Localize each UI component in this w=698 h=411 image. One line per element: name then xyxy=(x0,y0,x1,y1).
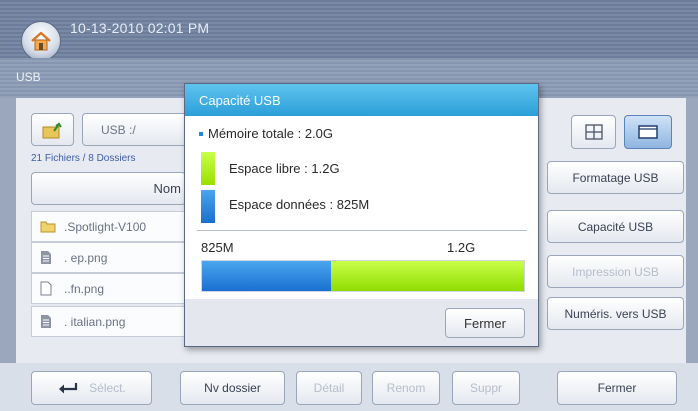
used-bar-label: 825M xyxy=(201,240,234,255)
select-button[interactable]: Sélect. xyxy=(31,371,152,405)
free-bar-label: 1.2G xyxy=(447,240,476,255)
list-item[interactable]: ..fn.png xyxy=(31,273,186,304)
folder-icon xyxy=(32,220,58,233)
file-name: . ep.png xyxy=(64,250,108,265)
rename-button[interactable]: Renom xyxy=(372,371,440,405)
usb-capacity-button[interactable]: Capacité USB xyxy=(547,210,684,243)
file-name: .Spotlight-V100 xyxy=(64,219,147,234)
detail-button[interactable]: Détail xyxy=(296,371,362,405)
free-space-label: Espace libre : 1.2G xyxy=(229,161,340,176)
data-space-label: Espace données : 825M xyxy=(229,197,370,212)
document-icon xyxy=(32,314,58,329)
thumbnail-view-button[interactable] xyxy=(571,115,616,149)
enter-arrow-icon xyxy=(59,383,78,394)
page-title: USB xyxy=(16,70,41,84)
capacity-bar xyxy=(201,260,525,292)
list-item[interactable]: . italian.png xyxy=(31,306,186,337)
print-usb-button[interactable]: Impression USB xyxy=(547,255,684,288)
total-memory: Mémoire totale : 2.0G xyxy=(199,126,333,141)
free-segment xyxy=(330,261,524,291)
name-column-header[interactable]: Nom xyxy=(31,172,186,205)
close-button[interactable]: Fermer xyxy=(557,371,677,405)
scan-to-usb-button[interactable]: Numéris. vers USB xyxy=(547,297,684,330)
used-segment xyxy=(202,261,331,291)
bottom-toolbar: Sélect. Nv dossier Détail Renom Suppr Fe… xyxy=(0,363,698,411)
list-item[interactable]: . ep.png xyxy=(31,242,186,273)
file-name: . italian.png xyxy=(64,314,126,329)
list-view-icon xyxy=(638,125,658,139)
usb-capacity-dialog: Capacité USB Mémoire totale : 2.0G Espac… xyxy=(184,83,539,347)
list-view-button[interactable] xyxy=(624,115,672,149)
free-space-swatch xyxy=(201,152,215,185)
data-space-swatch xyxy=(201,190,215,223)
document-icon xyxy=(32,250,58,265)
dialog-title: Capacité USB xyxy=(185,84,538,116)
dialog-close-button[interactable]: Fermer xyxy=(445,308,525,338)
format-usb-button[interactable]: Formatage USB xyxy=(547,161,684,194)
list-item[interactable]: .Spotlight-V100 xyxy=(31,211,186,242)
drive-select[interactable]: USB :/ xyxy=(82,113,187,146)
folder-up-icon xyxy=(42,121,62,138)
document-outline-icon xyxy=(32,281,58,296)
grid-icon xyxy=(584,124,603,140)
bullet-icon xyxy=(199,131,203,136)
home-icon xyxy=(31,31,51,51)
new-folder-button[interactable]: Nv dossier xyxy=(180,371,285,405)
status-bar: 10-13-2010 02:01 PM xyxy=(0,0,698,61)
home-button[interactable] xyxy=(21,21,61,61)
file-count: 21 Fichiers / 8 Dossiers xyxy=(31,153,136,164)
select-label: Sélect. xyxy=(89,381,126,395)
delete-button[interactable]: Suppr xyxy=(452,371,520,405)
datetime-text: 10-13-2010 02:01 PM xyxy=(70,20,210,36)
parent-folder-button[interactable] xyxy=(31,113,74,146)
file-name: ..fn.png xyxy=(64,281,105,296)
total-memory-text: Mémoire totale : 2.0G xyxy=(208,126,333,141)
dialog-divider xyxy=(197,230,527,231)
